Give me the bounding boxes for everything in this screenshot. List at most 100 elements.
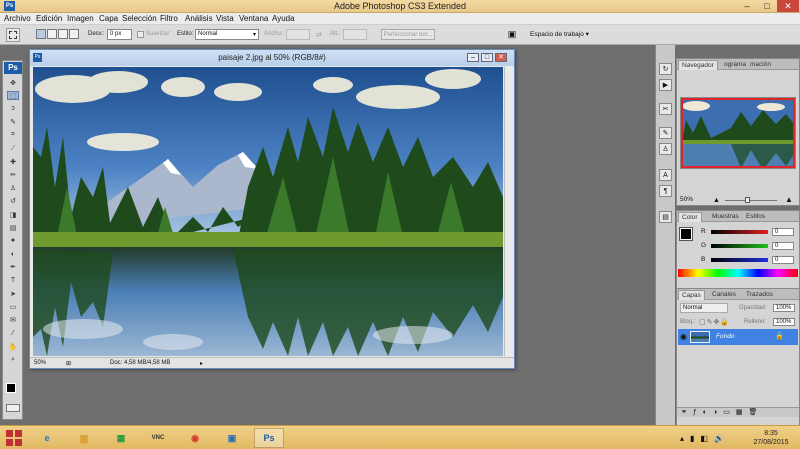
file-explorer-icon[interactable]: ▆: [69, 428, 99, 448]
channel-value-g[interactable]: 0: [772, 242, 794, 250]
tab-histograma[interactable]: ograma: [721, 60, 749, 70]
actions-panel-icon[interactable]: ▶: [659, 79, 672, 91]
chrome-icon[interactable]: ◉: [180, 428, 210, 448]
crop-tool-icon[interactable]: ⌗: [7, 131, 19, 140]
path-select-icon[interactable]: ➤: [7, 289, 19, 298]
gradient-tool-icon[interactable]: ▤: [7, 223, 19, 232]
eye-icon[interactable]: ◉: [680, 332, 687, 341]
tab-canales[interactable]: Canales: [709, 290, 739, 300]
move-tool-icon[interactable]: ✥: [7, 78, 19, 87]
hand-tool-icon[interactable]: ✋: [7, 342, 19, 351]
refine-edge-button[interactable]: Perfeccionar bor...: [381, 29, 435, 40]
history-panel-icon[interactable]: ↻: [659, 63, 672, 75]
tab-estilos[interactable]: Estilos: [743, 212, 768, 222]
zoom-tool-icon[interactable]: ⌕: [7, 355, 19, 364]
zoom-slider[interactable]: [725, 200, 777, 201]
menu-imagen[interactable]: Imagen: [67, 14, 94, 23]
channel-slider-r[interactable]: [711, 230, 768, 234]
windows-start-icon[interactable]: [6, 430, 22, 446]
navigator-thumbnail[interactable]: [680, 97, 796, 169]
tab-muestras[interactable]: Muestras: [709, 212, 742, 222]
clone-source-icon[interactable]: ♙: [659, 143, 672, 155]
lock-icons[interactable]: ▢✎✥🔒: [699, 318, 730, 326]
channel-slider-b[interactable]: [711, 258, 768, 262]
shape-tool-icon[interactable]: ▭: [7, 302, 19, 311]
menu-capa[interactable]: Capa: [99, 14, 118, 23]
feather-input[interactable]: 0 px: [107, 29, 132, 40]
minimize-button[interactable]: –: [737, 0, 757, 12]
menu-edicion[interactable]: Edición: [36, 14, 62, 23]
maximize-button[interactable]: □: [757, 0, 777, 12]
character-panel-icon[interactable]: A: [659, 169, 672, 181]
style-select[interactable]: Normal ▾: [195, 29, 259, 40]
tab-trazados[interactable]: Trazados: [743, 290, 776, 300]
width-input[interactable]: [286, 29, 310, 40]
fill-input[interactable]: 100%: [773, 318, 795, 326]
channel-value-r[interactable]: 0: [772, 228, 794, 236]
menu-analisis[interactable]: Análisis: [185, 14, 213, 23]
brushes-palette-icon[interactable]: ▣: [505, 29, 519, 40]
store-icon[interactable]: ▦: [106, 428, 136, 448]
layer-row-fondo[interactable]: ◉ Fondo 🔒: [678, 329, 798, 345]
view-box[interactable]: [681, 98, 795, 168]
menu-ventana[interactable]: Ventana: [239, 14, 268, 23]
remote-desktop-icon[interactable]: ▣: [217, 428, 247, 448]
tab-navegador[interactable]: Navegador: [678, 60, 718, 70]
paragraph-panel-icon[interactable]: ¶: [659, 185, 672, 197]
ie-icon[interactable]: e: [32, 428, 62, 448]
menu-seleccion[interactable]: Selección: [122, 14, 157, 23]
pen-tool-icon[interactable]: ✒: [7, 263, 19, 272]
photoshop-icon[interactable]: Ps: [254, 428, 284, 448]
tool-preset-picker[interactable]: [6, 28, 20, 42]
brushes-panel-icon[interactable]: ✎: [659, 127, 672, 139]
slice-tool-icon[interactable]: ⟋: [7, 144, 19, 153]
doc-maximize-button[interactable]: □: [481, 53, 493, 62]
menu-archivo[interactable]: Archivo: [4, 14, 31, 23]
notes-tool-icon[interactable]: ✉: [7, 316, 19, 325]
add-selection-icon[interactable]: [47, 29, 57, 39]
close-button[interactable]: ✕: [777, 0, 799, 12]
swap-icon[interactable]: ⇄: [316, 31, 322, 39]
dodge-tool-icon[interactable]: ◐: [7, 250, 19, 259]
menu-vista[interactable]: Vista: [216, 14, 234, 23]
menu-ayuda[interactable]: Ayuda: [272, 14, 295, 23]
blur-tool-icon[interactable]: ●: [7, 236, 19, 245]
tab-capas[interactable]: Capas: [678, 290, 705, 300]
zoom-slider-thumb[interactable]: [745, 197, 750, 203]
height-input[interactable]: [343, 29, 367, 40]
navigator-zoom-value[interactable]: 50%: [680, 196, 693, 203]
clone-stamp-icon[interactable]: ♙: [7, 184, 19, 193]
opacity-input[interactable]: 100%: [773, 304, 795, 312]
new-selection-icon[interactable]: [36, 29, 46, 39]
vertical-scrollbar[interactable]: [504, 67, 513, 356]
subtract-selection-icon[interactable]: [58, 29, 68, 39]
healing-brush-icon[interactable]: ✚: [7, 157, 19, 166]
vnc-icon[interactable]: VNC: [143, 428, 173, 448]
lasso-tool-icon[interactable]: ↄ: [7, 104, 19, 113]
fg-swatch[interactable]: [679, 227, 693, 241]
quick-select-tool-icon[interactable]: ✎: [7, 118, 19, 127]
channel-slider-g[interactable]: [711, 244, 768, 248]
channel-value-b[interactable]: 0: [772, 256, 794, 264]
doc-close-button[interactable]: ✕: [495, 53, 507, 62]
history-brush-icon[interactable]: ↺: [7, 197, 19, 206]
tab-informacion[interactable]: mación: [747, 60, 774, 70]
eyedropper-tool-icon[interactable]: ⁄: [7, 329, 19, 338]
brush-tool-icon[interactable]: ✏: [7, 170, 19, 179]
menu-filtro[interactable]: Filtro: [160, 14, 178, 23]
type-tool-icon[interactable]: T: [7, 276, 19, 285]
quick-mask-icon[interactable]: [6, 404, 20, 412]
tab-color[interactable]: Color: [678, 212, 702, 222]
marquee-tool-icon[interactable]: ⬚: [7, 91, 19, 101]
tray-icons[interactable]: ▴▮◧🔊: [680, 434, 730, 443]
tool-presets-icon[interactable]: ✂: [659, 103, 672, 115]
zoom-out-icon[interactable]: ▲: [713, 197, 720, 204]
antialias-checkbox[interactable]: [137, 31, 144, 38]
image-canvas[interactable]: [33, 67, 503, 356]
zoom-in-icon[interactable]: ▲: [785, 195, 793, 204]
clock[interactable]: 8:35 27/08/2015: [748, 429, 794, 447]
doc-minimize-button[interactable]: –: [467, 53, 479, 62]
status-menu-arrow-icon[interactable]: ▸: [200, 360, 203, 367]
intersect-selection-icon[interactable]: [69, 29, 79, 39]
layer-comps-icon[interactable]: ▤: [659, 211, 672, 223]
